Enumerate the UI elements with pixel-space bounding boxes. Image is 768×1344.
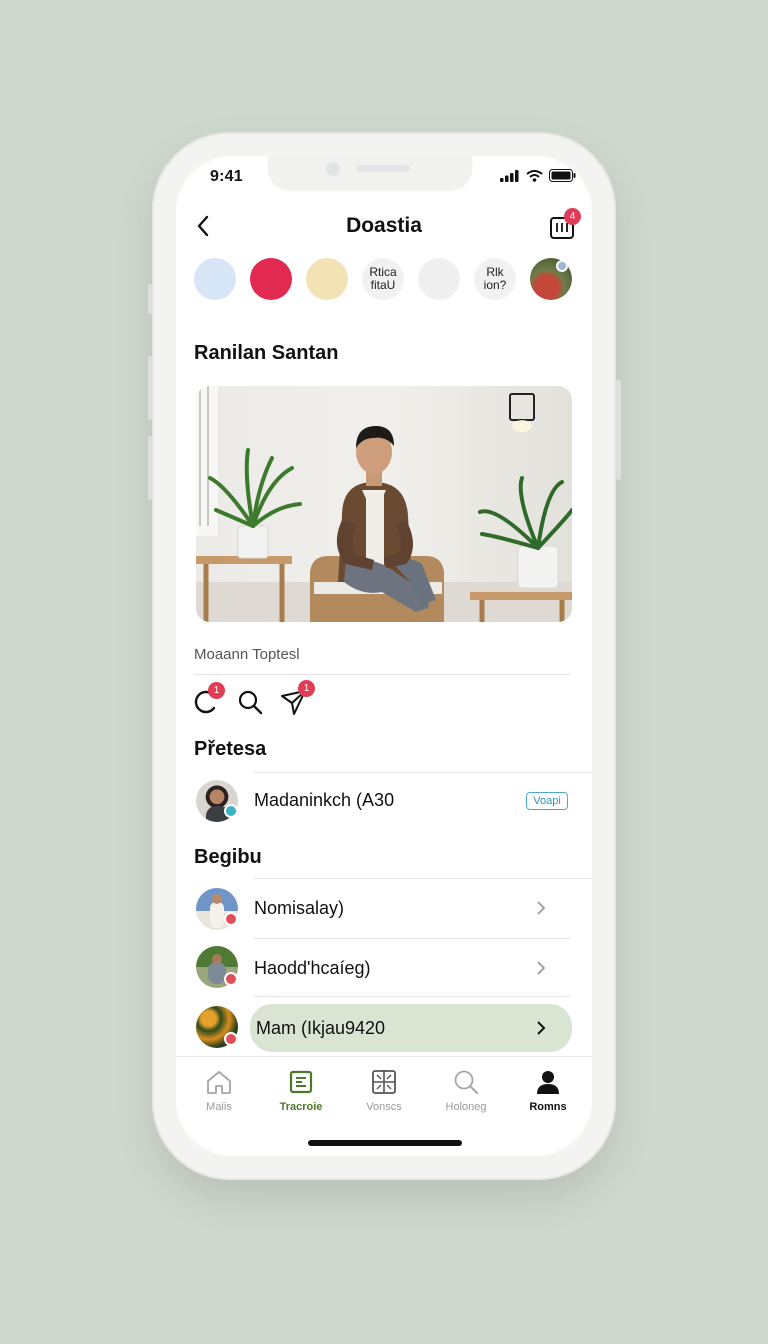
cart-badge: 4 [564, 208, 581, 225]
status-dot [224, 972, 238, 986]
divider [254, 938, 570, 939]
send-button[interactable]: 1 [280, 680, 315, 716]
list-item-label: Nomisalay) [254, 898, 345, 918]
profile-icon [537, 1071, 559, 1094]
story-circle[interactable]: Rtica fitaU [362, 258, 404, 300]
chevron-right-icon [537, 1021, 546, 1035]
tab-home[interactable]: Maiis [178, 1067, 260, 1113]
story-circle[interactable] [250, 258, 292, 300]
notch [268, 156, 472, 190]
status-time: 9:41 [210, 168, 243, 185]
refresh-badge: 1 [208, 682, 225, 699]
story-label: Rlk ion? [483, 265, 507, 292]
signal-icon [500, 169, 519, 182]
status-dot [224, 912, 238, 926]
tab-search[interactable]: Holoneg [425, 1067, 507, 1113]
divider [254, 878, 592, 879]
battery-icon [549, 169, 576, 182]
section-title: Begibu [194, 846, 262, 868]
divider [194, 674, 570, 675]
search-icon [238, 690, 263, 715]
speaker [356, 165, 410, 172]
refresh-button[interactable]: 1 [192, 682, 225, 716]
tab-label: Romns [529, 1101, 567, 1113]
status-dot [224, 1032, 238, 1046]
chevron-right-icon [537, 961, 546, 975]
shopping-bag-button[interactable]: 4 [548, 208, 581, 240]
tab-label: Holoneg [445, 1101, 487, 1113]
story-avatar[interactable] [530, 258, 572, 300]
power-button [616, 380, 621, 480]
tab-grid[interactable]: Vonscs [343, 1067, 425, 1113]
home-icon [207, 1071, 231, 1094]
story-circle[interactable]: Rlk ion? [474, 258, 516, 300]
status-tag: Voapi [526, 792, 568, 810]
page-title: Doastia [346, 214, 422, 237]
list-item-label: Mam (Ikjau9420 [256, 1018, 386, 1038]
chevron-right-icon [537, 901, 546, 915]
app-screen: 9:41 Doastia 4 Rtica fitaU Rlk ion? Rani… [176, 156, 592, 1156]
home-indicator [308, 1140, 462, 1146]
story-circle[interactable] [194, 258, 236, 300]
status-dot [224, 804, 238, 818]
story-status-dot [556, 260, 568, 272]
story-circle[interactable] [418, 258, 460, 300]
search-button[interactable] [236, 688, 264, 716]
person-in-room-photo [196, 386, 572, 622]
tab-label: Maiis [206, 1101, 232, 1113]
list-item-label: Haodd'hcaíeg) [254, 958, 371, 978]
divider [254, 996, 570, 997]
tab-tracker[interactable]: Tracroie [260, 1067, 342, 1113]
feature-photo[interactable] [196, 386, 572, 622]
wifi-icon [526, 169, 543, 182]
send-badge: 1 [298, 680, 315, 697]
section-title: Přetesa [194, 738, 267, 760]
camera [326, 162, 340, 176]
grid-icon [372, 1070, 396, 1094]
feature-caption: Moaann Toptesl [194, 646, 300, 663]
feature-title: Ranilan Santan [194, 342, 339, 364]
story-circle[interactable] [306, 258, 348, 300]
tracker-icon [289, 1070, 313, 1094]
divider [254, 772, 592, 773]
list-item-label: Madaninkch (A30 [254, 790, 395, 810]
tab-profile[interactable]: Romns [507, 1067, 589, 1113]
story-label: Rtica fitaU [369, 265, 397, 292]
tab-label: Tracroie [279, 1101, 323, 1113]
status-icons [500, 169, 576, 182]
search-icon [454, 1070, 478, 1094]
tab-label: Vonscs [366, 1101, 402, 1113]
